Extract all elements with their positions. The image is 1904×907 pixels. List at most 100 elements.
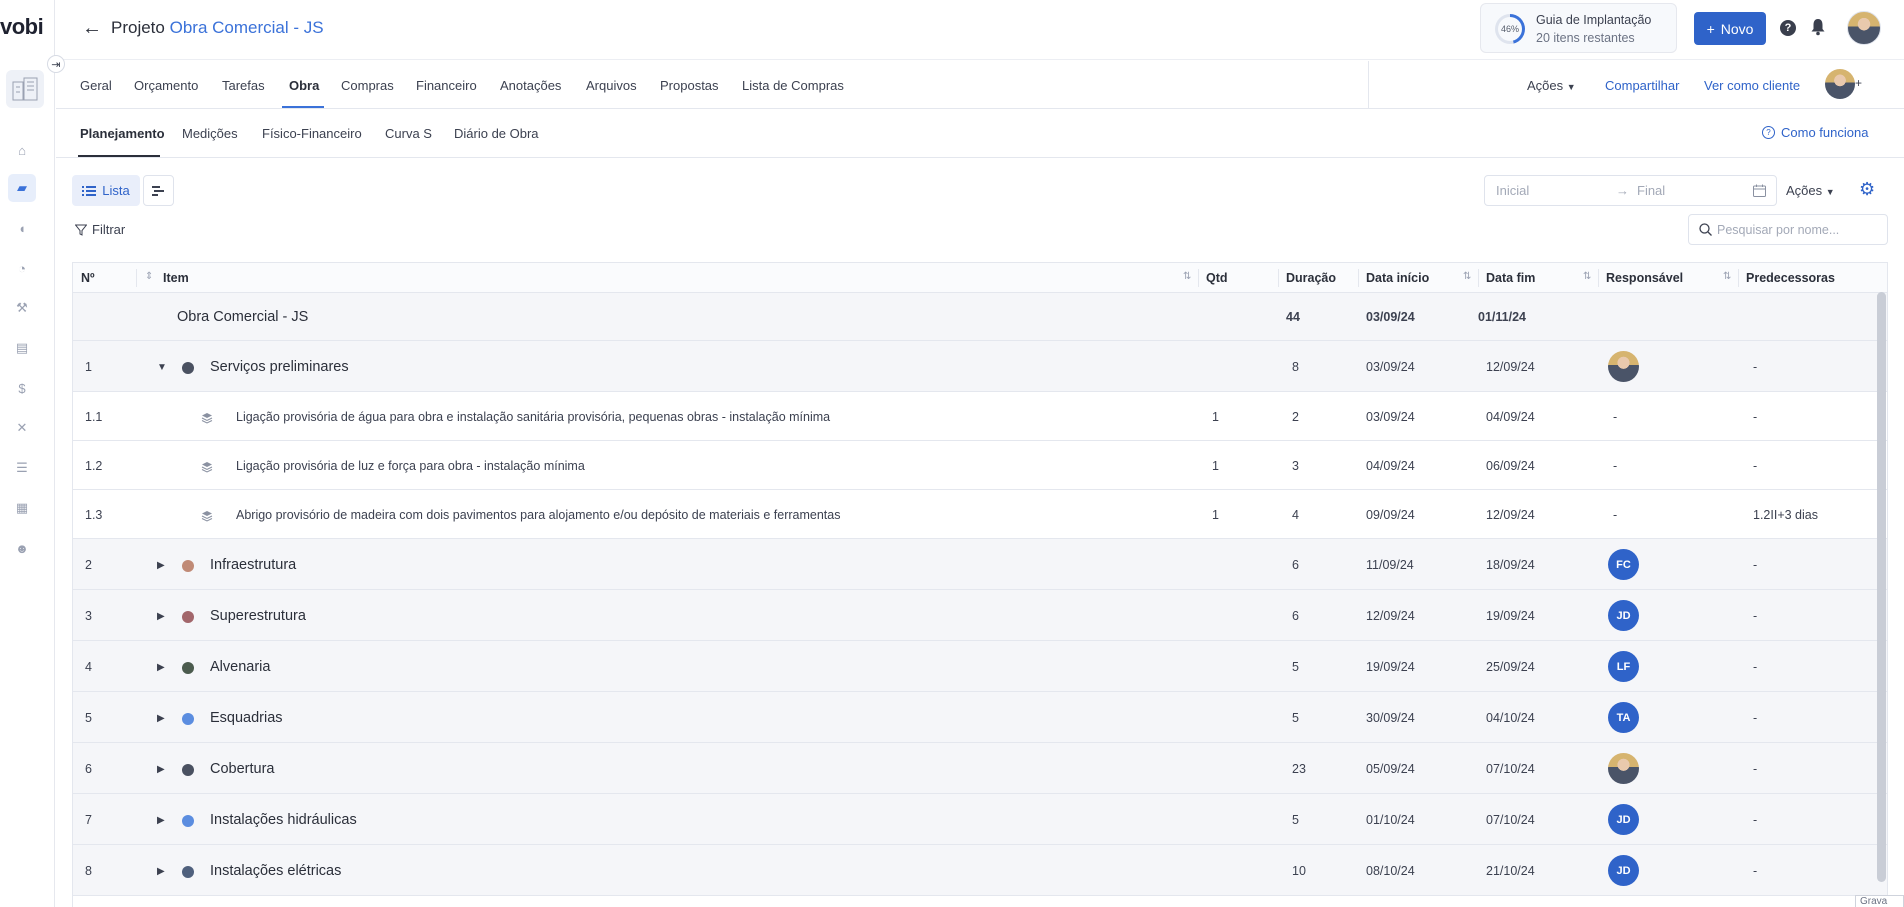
col-item[interactable]: Item xyxy=(163,271,189,285)
tab-9[interactable]: Lista de Compras xyxy=(742,78,844,93)
group-name[interactable]: Esquadrias xyxy=(210,710,283,726)
new-button[interactable]: + Novo xyxy=(1694,12,1766,45)
end-date-input[interactable]: Final xyxy=(1637,183,1665,198)
app-logo[interactable]: vobi xyxy=(0,14,44,40)
expand-rail-icon[interactable]: ⇥ xyxy=(47,55,65,73)
home-icon[interactable]: ⌂ xyxy=(8,136,36,164)
tab-0[interactable]: Geral xyxy=(80,78,112,93)
responsible-initials[interactable]: JD xyxy=(1608,804,1639,835)
tab-4[interactable]: Compras xyxy=(341,78,394,93)
shared-user-avatar[interactable] xyxy=(1825,69,1855,99)
user-avatar[interactable] xyxy=(1847,11,1881,45)
project-thumbnail[interactable] xyxy=(6,70,44,108)
caret-right-icon[interactable]: ▶ xyxy=(157,764,165,775)
expand-all-icon[interactable]: ⇕ xyxy=(145,271,153,282)
header-actions-dropdown[interactable]: Ações ▼ xyxy=(1527,78,1576,93)
gear-icon[interactable]: ⚙ xyxy=(1859,180,1877,198)
view-as-client-link[interactable]: Ver como cliente xyxy=(1704,78,1800,93)
date-range-picker[interactable]: Inicial → Final xyxy=(1484,175,1777,206)
sort-icon[interactable]: ⇅ xyxy=(1583,271,1591,282)
caret-down-icon[interactable]: ▼ xyxy=(157,362,167,373)
caret-right-icon[interactable]: ▶ xyxy=(157,611,165,622)
tab-7[interactable]: Arquivos xyxy=(586,78,637,93)
dollar-icon[interactable]: $ xyxy=(8,374,36,402)
group-row[interactable]: 1 ▼ Serviços preliminares 8 03/09/24 12/09/24… xyxy=(73,341,1887,392)
how-it-works-link[interactable]: ? Como funciona xyxy=(1762,125,1868,140)
subtab-0[interactable]: Planejamento xyxy=(80,126,165,141)
back-arrow-icon[interactable]: ← xyxy=(82,17,102,40)
group-name[interactable]: Alvenaria xyxy=(210,659,270,675)
responsible-avatar[interactable] xyxy=(1608,351,1639,382)
group-row[interactable]: 3 ▶ Superestrutura 6 12/09/24 19/09/24 JD - xyxy=(73,590,1887,641)
responsible-initials[interactable]: JD xyxy=(1608,600,1639,631)
col-responsible[interactable]: Responsável xyxy=(1606,271,1683,285)
coins-icon[interactable]: ▤ xyxy=(8,334,36,362)
project-name-link[interactable]: Obra Comercial - JS xyxy=(170,18,324,37)
tab-2[interactable]: Tarefas xyxy=(222,78,265,93)
responsible-initials[interactable]: LF xyxy=(1608,651,1639,682)
table-scrollbar[interactable] xyxy=(1877,292,1886,882)
list-view-button[interactable]: Lista xyxy=(72,175,140,206)
tab-6[interactable]: Anotações xyxy=(500,78,561,93)
help-icon[interactable]: ? xyxy=(1780,20,1796,36)
group-row[interactable]: 7 ▶ Instalações hidráulicas 5 01/10/24 07/10/… xyxy=(73,794,1887,845)
responsible-avatar[interactable] xyxy=(1608,753,1639,784)
implementation-guide[interactable]: 46% Guia de Implantação 20 itens restant… xyxy=(1480,3,1677,53)
summary-row[interactable]: Obra Comercial - JS 44 03/09/24 01/11/24 xyxy=(73,293,1887,341)
group-name[interactable]: Superestrutura xyxy=(210,608,306,624)
subtab-1[interactable]: Medições xyxy=(182,126,238,141)
caret-right-icon[interactable]: ▶ xyxy=(157,866,165,877)
responsible-initials[interactable]: FC xyxy=(1608,549,1639,580)
subtab-4[interactable]: Diário de Obra xyxy=(454,126,539,141)
group-row[interactable]: 6 ▶ Cobertura 23 05/09/24 07/10/24 - xyxy=(73,743,1887,794)
task-row[interactable]: 1.1 Ligação provisória de água para obra … xyxy=(73,392,1887,441)
subtab-3[interactable]: Curva S xyxy=(385,126,432,141)
apps-icon[interactable]: ▦ xyxy=(8,494,36,522)
responsible-initials[interactable]: JD xyxy=(1608,855,1639,886)
task-name[interactable]: Ligação provisória de luz e força para o… xyxy=(236,459,585,473)
col-end[interactable]: Data fim xyxy=(1486,271,1535,285)
group-name[interactable]: Cobertura xyxy=(210,761,274,777)
add-user-icon[interactable]: + xyxy=(1855,76,1862,90)
handshake-icon[interactable]: ◖ xyxy=(8,214,36,242)
col-predecessors[interactable]: Predecessoras xyxy=(1746,271,1835,285)
caret-right-icon[interactable]: ▶ xyxy=(157,560,165,571)
start-date-input[interactable]: Inicial xyxy=(1496,183,1529,198)
task-name[interactable]: Abrigo provisório de madeira com dois pa… xyxy=(236,508,841,522)
group-row[interactable]: 4 ▶ Alvenaria 5 19/09/24 25/09/24 LF - xyxy=(73,641,1887,692)
group-name[interactable]: Serviços preliminares xyxy=(210,359,349,375)
group-name[interactable]: Instalações hidráulicas xyxy=(210,812,357,828)
filter-button[interactable]: Filtrar xyxy=(75,222,125,237)
tab-8[interactable]: Propostas xyxy=(660,78,719,93)
col-qty[interactable]: Qtd xyxy=(1206,271,1228,285)
group-row[interactable]: 5 ▶ Esquadrias 5 30/09/24 04/10/24 TA - xyxy=(73,692,1887,743)
share-link[interactable]: Compartilhar xyxy=(1605,78,1679,93)
gauge-icon[interactable]: ◔ xyxy=(8,254,36,282)
search-input[interactable]: Pesquisar por nome... xyxy=(1688,214,1888,245)
subtab-2[interactable]: Físico-Financeiro xyxy=(262,126,362,141)
task-name[interactable]: Ligação provisória de água para obra e i… xyxy=(236,410,830,424)
caret-right-icon[interactable]: ▶ xyxy=(157,815,165,826)
tab-1[interactable]: Orçamento xyxy=(134,78,198,93)
tab-5[interactable]: Financeiro xyxy=(416,78,477,93)
group-name[interactable]: Infraestrutura xyxy=(210,557,296,573)
tab-3[interactable]: Obra xyxy=(289,78,319,93)
team-icon[interactable]: ☻ xyxy=(8,534,36,562)
gantt-view-button[interactable] xyxy=(143,175,174,206)
group-row[interactable]: 8 ▶ Instalações elétricas 10 08/10/24 21/10/2… xyxy=(73,845,1887,896)
caret-right-icon[interactable]: ▶ xyxy=(157,662,165,673)
group-row[interactable]: 2 ▶ Infraestrutura 6 11/09/24 18/09/24 FC - xyxy=(73,539,1887,590)
caret-right-icon[interactable]: ▶ xyxy=(157,713,165,724)
list-icon[interactable]: ☰ xyxy=(8,454,36,482)
table-actions-dropdown[interactable]: Ações ▼ xyxy=(1786,183,1835,198)
responsible-initials[interactable]: TA xyxy=(1608,702,1639,733)
folder-icon[interactable]: ▰ xyxy=(8,174,36,202)
sort-icon[interactable]: ⇅ xyxy=(1723,271,1731,282)
bell-icon[interactable] xyxy=(1810,18,1826,36)
sort-icon[interactable]: ⇅ xyxy=(1463,271,1471,282)
task-row[interactable]: 1.3 Abrigo provisório de madeira com dois… xyxy=(73,490,1887,539)
col-number[interactable]: Nº xyxy=(81,271,95,285)
task-row[interactable]: 1.2 Ligação provisória de luz e força par… xyxy=(73,441,1887,490)
sort-icon[interactable]: ⇅ xyxy=(1183,271,1191,282)
worker-icon[interactable]: ⚒ xyxy=(8,294,36,322)
